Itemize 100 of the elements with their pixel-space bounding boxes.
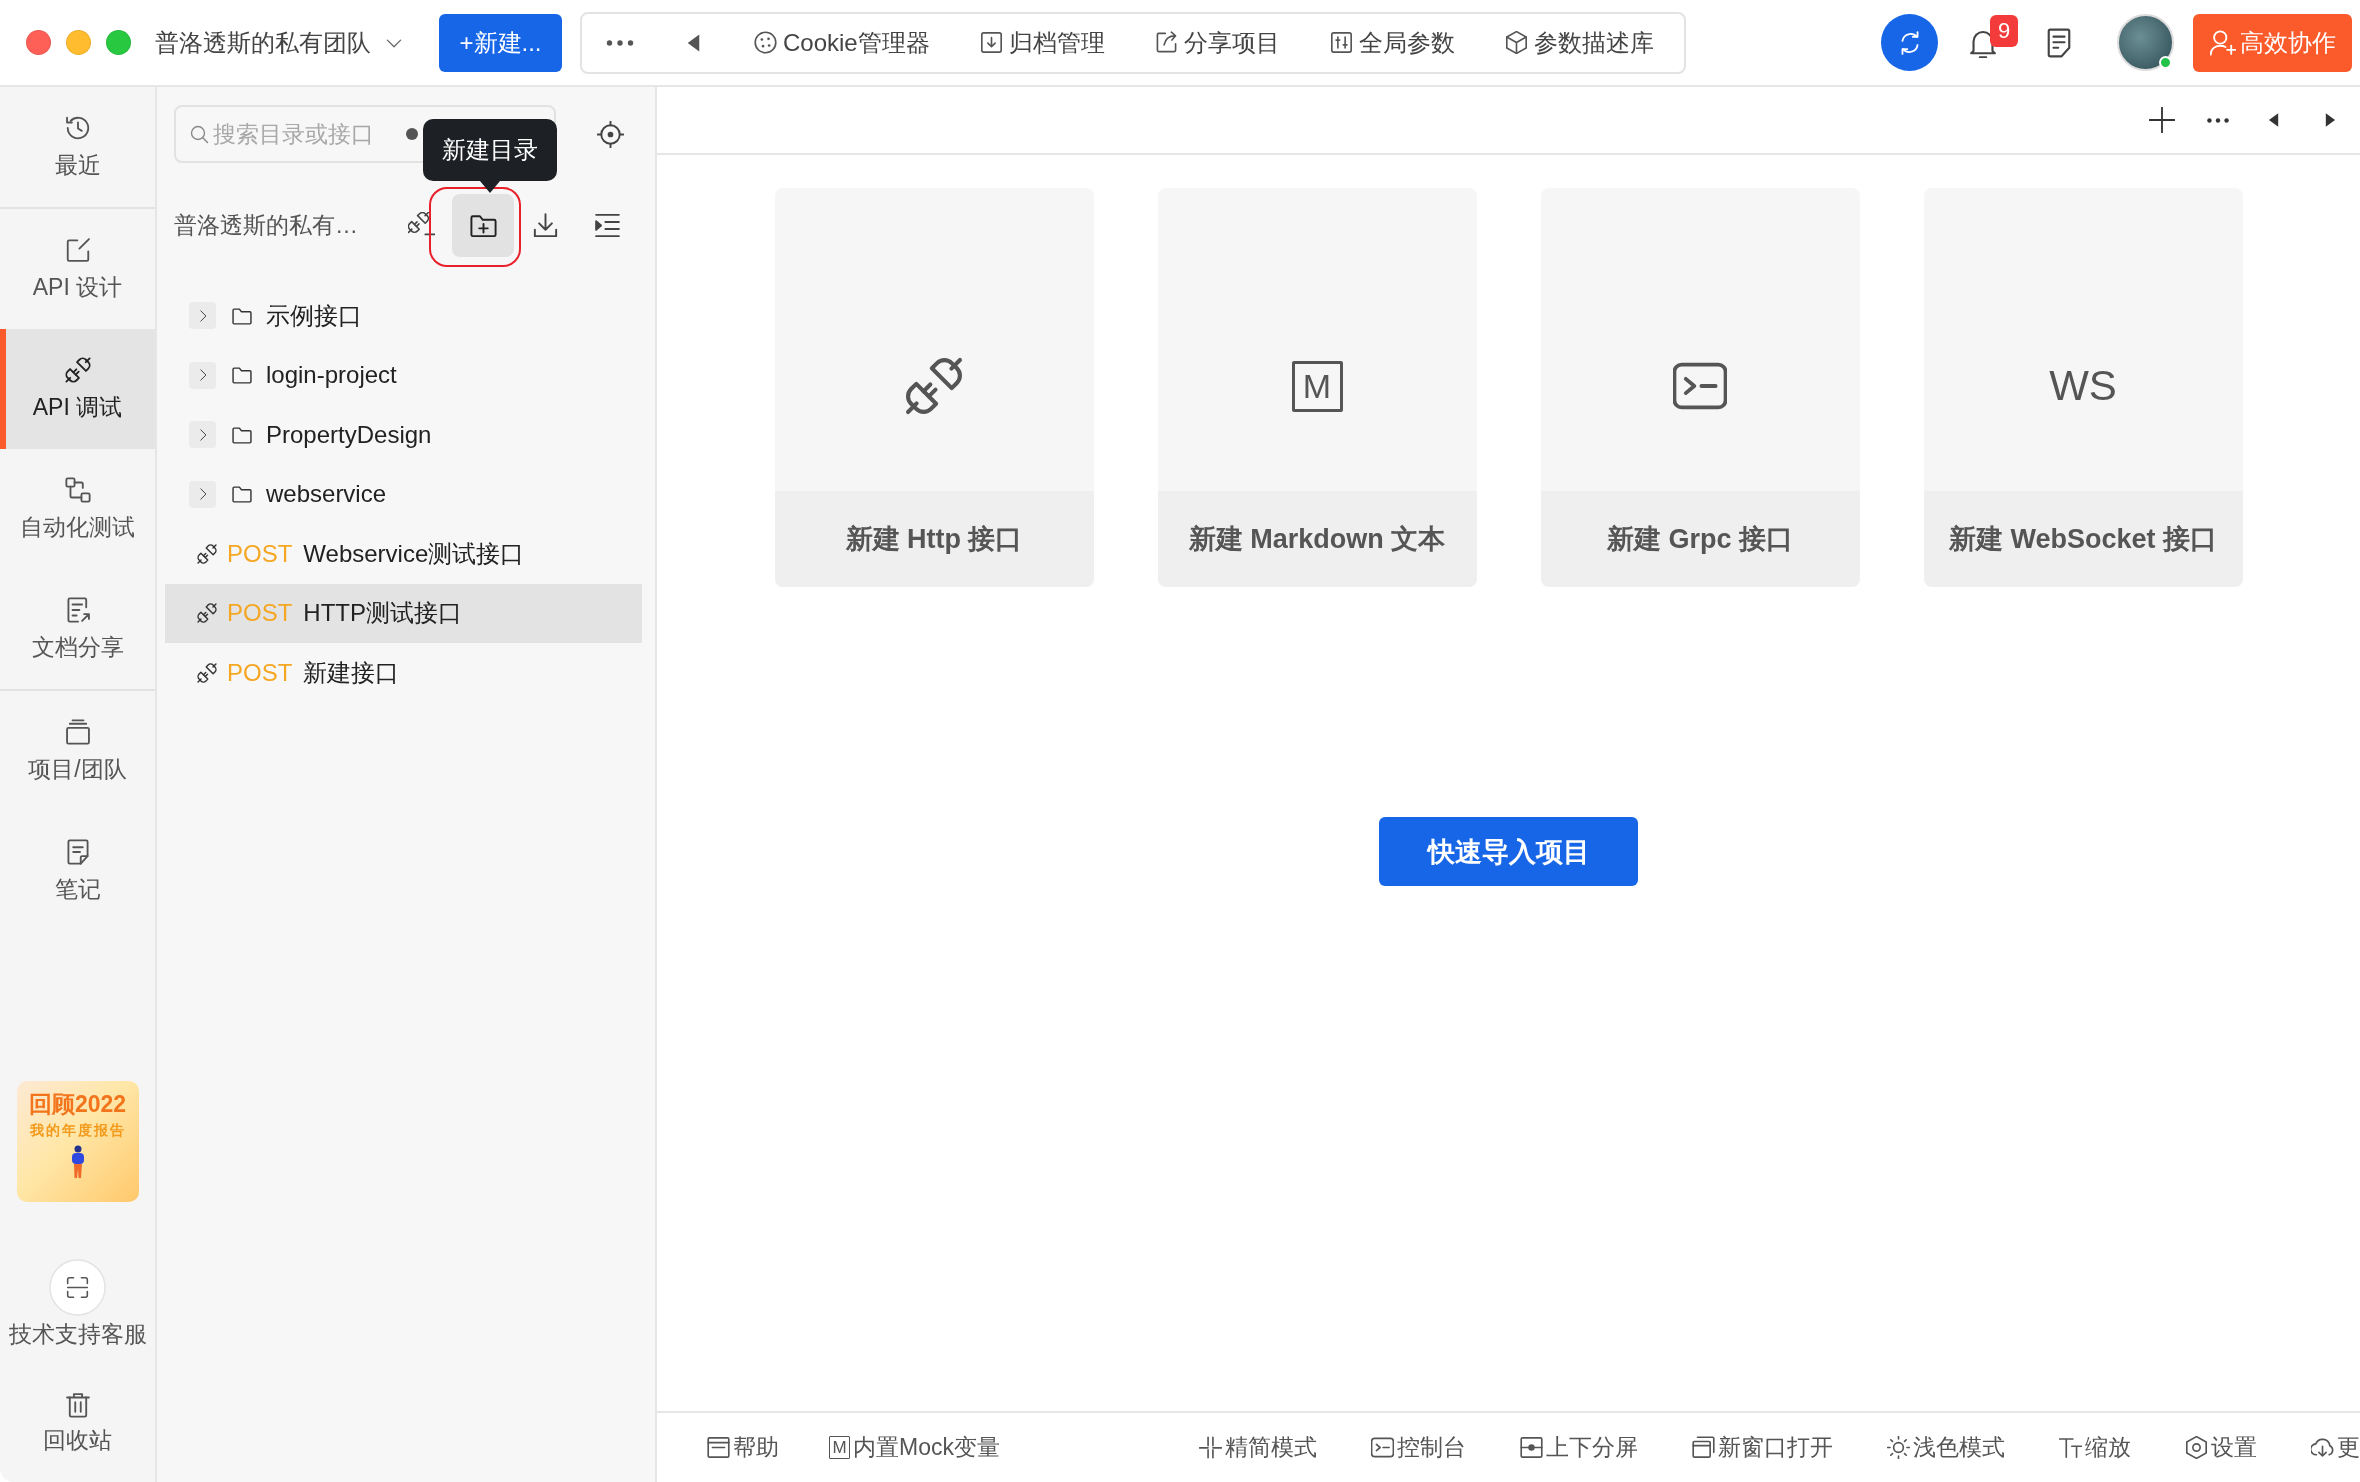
expand-toggle[interactable] — [189, 421, 216, 449]
expand-toggle[interactable] — [189, 480, 216, 508]
status-bar-button[interactable]: M 内置Mock变量 — [829, 1432, 1000, 1463]
plug-icon — [197, 662, 217, 683]
cloud-download-icon — [2311, 1436, 2334, 1459]
create-card[interactable]: M 新建 Markdown 文本 — [1157, 188, 1477, 587]
tree-item[interactable]: POST 新建接口 — [165, 643, 642, 703]
promo-subtitle: 我的年度报告 — [29, 1121, 126, 1139]
toolbar-button[interactable]: 全局参数 — [1329, 26, 1455, 59]
toolbar-button[interactable]: Cookie管理器 — [754, 26, 930, 59]
edit-icon — [64, 237, 91, 263]
folder-icon — [232, 484, 252, 505]
status-bar-button[interactable]: 设置 — [2185, 1432, 2257, 1463]
text-size-icon — [2059, 1436, 2082, 1459]
search-icon — [190, 125, 209, 144]
download-box-icon — [979, 31, 1003, 54]
cube-icon — [1504, 31, 1528, 54]
sync-button[interactable] — [1881, 14, 1938, 71]
notification-badge: 9 — [1990, 14, 2018, 47]
import-project-button[interactable]: 快速导入项目 — [1379, 817, 1638, 886]
new-window-icon — [1692, 1436, 1715, 1459]
status-bar-button[interactable]: 新窗口打开 — [1692, 1432, 1833, 1463]
expand-toggle[interactable] — [189, 361, 216, 389]
folder-icon — [232, 365, 252, 386]
trash-icon — [64, 1392, 91, 1418]
project-name: 普洛透斯的私有… — [174, 210, 358, 240]
folder-icon — [232, 424, 252, 445]
more-icon — [2207, 117, 2229, 123]
item-name: HTTP测试接口 — [303, 598, 462, 629]
scan-icon — [49, 1259, 106, 1316]
avatar[interactable] — [2117, 14, 2174, 71]
crosshair-icon — [597, 120, 624, 148]
nav-item[interactable]: 文档分享 — [0, 569, 155, 689]
create-card[interactable]: WS 新建 WebSocket 接口 — [1923, 188, 2243, 587]
compress-icon — [1199, 1436, 1222, 1459]
close-button[interactable] — [26, 30, 51, 55]
tree-item[interactable]: login-project — [165, 345, 642, 405]
create-card[interactable]: 新建 Grpc 接口 — [1540, 188, 1860, 587]
item-name: 示例接口 — [266, 300, 362, 331]
tree-item[interactable]: POST Webservice测试接口 — [165, 524, 642, 584]
team-selector[interactable]: 普洛透斯的私有团队 — [155, 26, 403, 59]
nav-item[interactable]: API 设计 — [0, 209, 155, 329]
tree-item[interactable]: 示例接口 — [165, 286, 642, 346]
nav-item[interactable]: 笔记 — [0, 811, 155, 931]
download-icon — [531, 211, 559, 239]
promo-title: 回顾2022 — [28, 1091, 127, 1117]
item-name: Webservice测试接口 — [303, 538, 525, 569]
status-bar-button[interactable]: 浅色模式 — [1887, 1432, 2005, 1463]
cookie-icon — [754, 31, 777, 54]
mock-mark: M — [829, 1436, 850, 1459]
nav-item[interactable]: API 调试 — [0, 329, 155, 449]
more-icon — [606, 39, 634, 46]
status-bar-button[interactable]: 控制台 — [1371, 1432, 1466, 1463]
plug-icon — [197, 543, 217, 564]
plus-icon — [2149, 107, 2175, 133]
item-name: PropertyDesign — [266, 420, 432, 449]
nav-item[interactable]: 项目/团队 — [0, 691, 155, 811]
list-indent-icon — [593, 211, 621, 239]
toolbar-button[interactable]: 归档管理 — [979, 26, 1105, 59]
item-name: 新建接口 — [303, 657, 400, 688]
plug-icon — [197, 603, 217, 624]
user-plus-icon — [2209, 29, 2236, 56]
stack-icon — [64, 719, 91, 745]
markdown-mark: M — [1291, 360, 1343, 412]
settings-icon — [2185, 1436, 2208, 1459]
folder-icon — [232, 305, 252, 326]
nav-item[interactable]: 技术支持客服 — [0, 1259, 155, 1348]
status-bar-button[interactable]: 更 — [2311, 1432, 2360, 1463]
nav-item[interactable]: 回收站 — [0, 1392, 155, 1454]
tree-item[interactable]: webservice — [165, 464, 642, 524]
split-view-icon — [1520, 1436, 1543, 1459]
terminal-icon — [1371, 1436, 1394, 1459]
expand-toggle[interactable] — [189, 302, 216, 330]
note-icon — [64, 839, 91, 865]
tooltip: 新建目录 — [423, 118, 557, 193]
tree-item[interactable]: POST HTTP测试接口 — [165, 583, 642, 643]
nav-item[interactable]: 最近 — [0, 87, 155, 207]
toolbar-button[interactable]: 分享项目 — [1154, 26, 1280, 59]
new-button[interactable]: +新建... — [439, 13, 562, 72]
new-folder-button[interactable] — [452, 193, 514, 257]
history-icon — [64, 115, 91, 141]
more-button[interactable] — [606, 39, 634, 46]
status-bar-button[interactable]: 缩放 — [2059, 1432, 2131, 1463]
item-name: login-project — [266, 361, 397, 390]
nav-item[interactable]: 自动化测试 — [0, 449, 155, 569]
sliders-icon — [1329, 31, 1353, 54]
method-label: POST — [227, 658, 293, 687]
tree-item[interactable]: PropertyDesign — [165, 405, 642, 465]
document-share-icon — [64, 597, 91, 623]
status-bar-button[interactable]: 上下分屏 — [1520, 1432, 1638, 1463]
method-label: POST — [227, 539, 293, 568]
method-label: POST — [227, 599, 293, 628]
window-icon — [707, 1436, 730, 1459]
locate-button[interactable] — [597, 120, 624, 148]
websocket-glyph: WS — [2049, 362, 2117, 410]
sun-icon — [1887, 1436, 1910, 1459]
status-bar-button[interactable]: 帮助 — [707, 1432, 779, 1463]
toolbar-button[interactable]: 参数描述库 — [1504, 26, 1654, 59]
create-card[interactable]: 新建 Http 接口 — [774, 188, 1094, 587]
status-bar-button[interactable]: 精简模式 — [1199, 1432, 1317, 1463]
